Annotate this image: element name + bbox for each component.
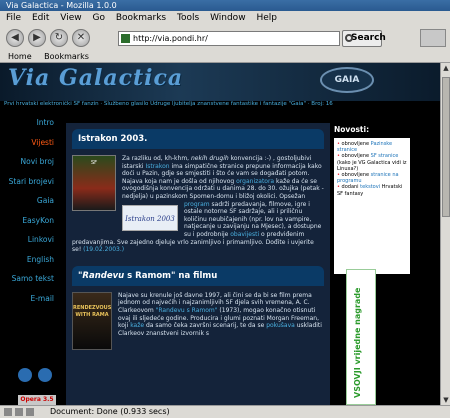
linux-icon[interactable] [18,368,32,382]
nav-english[interactable]: English [0,250,58,270]
news-item-text: obnovljene [341,153,371,160]
mozilla-throbber-icon [420,29,446,47]
home-button[interactable]: Home [8,52,32,61]
news-item-text: dodani [341,184,361,191]
article2-body: RENDEZVOUS WITH RAMA Najave su krenule j… [66,286,330,350]
status-text: Document: Done (0.933 secs) [50,407,170,416]
scroll-up-icon[interactable]: ▲ [441,63,450,73]
pokusava-link[interactable]: pokušava [266,322,295,329]
menu-view[interactable]: View [60,13,81,23]
search-button[interactable]: Search [342,30,386,47]
bookmarks-toolbar: Home Bookmarks [0,51,450,63]
news-item-text: obnovljene [341,141,371,147]
nav-stari-brojevi[interactable]: Stari brojevi [0,172,58,192]
news-item-tail: (kako je VG Galactica vidi iz Linuxa?) [337,159,407,172]
article-em: nekih drugih [191,155,229,162]
nav-email[interactable]: E-mail [0,289,58,309]
article-date: (19.02.2003.) [83,246,125,254]
istrakon-link[interactable]: Istrakon [145,163,169,170]
gnome-icon[interactable] [38,368,52,382]
istrakon-banner-image: Istrakon 2003 [122,204,178,231]
nav-easykon[interactable]: EasyKon [0,211,58,231]
news-list: • obnovljene Pazinske stranice • obnovlj… [334,138,410,274]
nav-intro[interactable]: Intro [0,113,58,133]
article-text: Za razliku od, kh-khm, [122,155,191,162]
article2-title-text: s Ramom" na filmu [124,270,218,281]
page-viewport[interactable]: Via Galactica GAIA Prvi hrvatski elektro… [0,63,450,405]
menu-edit[interactable]: Edit [32,13,49,23]
news-item: • obnovljene stranice na programu [337,172,399,185]
status-icons [4,408,44,417]
left-navigation: Intro Vijesti Novi broj Stari brojevi Ga… [0,113,58,308]
magazine-cover-image: SF [72,155,116,211]
menu-help[interactable]: Help [256,13,277,23]
rama-link[interactable]: "Randevu s Ramom" [156,307,218,314]
site-favicon-icon [121,34,130,43]
rama-poster-image: RENDEZVOUS WITH RAMA [72,291,112,350]
reload-button[interactable]: ↻ [50,29,68,47]
article2-title-em: "Randevu [78,270,125,281]
forward-button[interactable]: ▶ [28,29,46,47]
navigation-toolbar: ◀ ▶ ↻ ✕ http://via.pondi.hr/ Search [0,25,450,51]
component-icon[interactable] [26,408,34,416]
component-icon[interactable] [15,408,23,416]
menu-tools[interactable]: Tools [177,13,199,23]
component-icon[interactable] [4,408,12,416]
kaze-link[interactable]: kaže [130,322,144,329]
advertisement-banner[interactable]: VSOVJI vrijedne nagrade [346,269,376,405]
nav-novi-broj[interactable]: Novi broj [0,152,58,172]
scroll-down-icon[interactable]: ▼ [441,395,450,405]
site-banner: Via Galactica GAIA [0,63,450,101]
article-title: Istrakon 2003. [72,129,324,149]
gaia-logo[interactable]: GAIA [320,67,374,93]
menu-file[interactable]: File [6,13,21,23]
opera-badge[interactable]: Opera 3.5 [18,395,56,405]
news-item: • dodani tekstovi Hrvatski SF fantasy [337,184,403,197]
menu-window[interactable]: Window [210,13,246,23]
organizator-link[interactable]: organizatora [236,178,274,185]
magnifier-icon [345,34,353,42]
obavijesti-link[interactable]: obavijesti [230,231,259,238]
menu-bar: File Edit View Go Bookmarks Tools Window… [0,11,450,25]
article2-title: "Randevu s Ramom" na filmu [72,265,324,286]
url-text: http://via.pondi.hr/ [133,34,208,43]
nav-linkovi[interactable]: Linkovi [0,230,58,250]
article-body: SF Za razliku od, kh-khm, nekih drugih k… [66,149,330,260]
article-text: da samo čeka završni scenarij, te da se [144,322,267,330]
news-heading: Novosti: [334,125,370,134]
bookmarks-button[interactable]: Bookmarks [44,52,89,61]
nav-gaia[interactable]: Gaia [0,191,58,211]
menu-bookmarks[interactable]: Bookmarks [116,13,166,23]
status-bar: Document: Done (0.933 secs) [0,405,450,418]
search-button-label: Search [351,33,386,43]
window-title: Via Galactica - Mozilla 1.0.0 [0,0,450,11]
site-tagline: Prvi hrvatski elektronički SF fanzin · S… [4,101,333,107]
news-item-link[interactable]: tekstovi [360,184,382,190]
nav-vijesti[interactable]: Vijesti [0,133,58,153]
vertical-scrollbar[interactable]: ▲ ▼ [440,63,450,405]
news-item-text: obnovljene [341,172,371,179]
back-button[interactable]: ◀ [6,29,24,47]
sidebar-icons [18,368,58,385]
main-content: Istrakon 2003. SF Za razliku od, kh-khm,… [66,123,330,405]
news-item-link[interactable]: SF stranice [371,153,399,159]
stop-button[interactable]: ✕ [72,29,90,47]
nav-samo-tekst[interactable]: Samo tekst [0,269,58,289]
news-sidebar: Novosti: • obnovljene Pazinske stranice … [334,125,410,274]
scroll-thumb[interactable] [442,77,450,217]
menu-go[interactable]: Go [92,13,104,23]
site-logo[interactable]: Via Galactica [8,65,183,91]
news-item: • obnovljene Pazinske stranice [337,141,393,154]
news-item: • obnovljene SF stranice (kako je VG Gal… [337,153,407,172]
url-input[interactable]: http://via.pondi.hr/ [118,31,340,46]
ad-text: VSOVJI vrijedne nagrade [353,287,362,399]
program-link[interactable]: program [184,201,210,208]
